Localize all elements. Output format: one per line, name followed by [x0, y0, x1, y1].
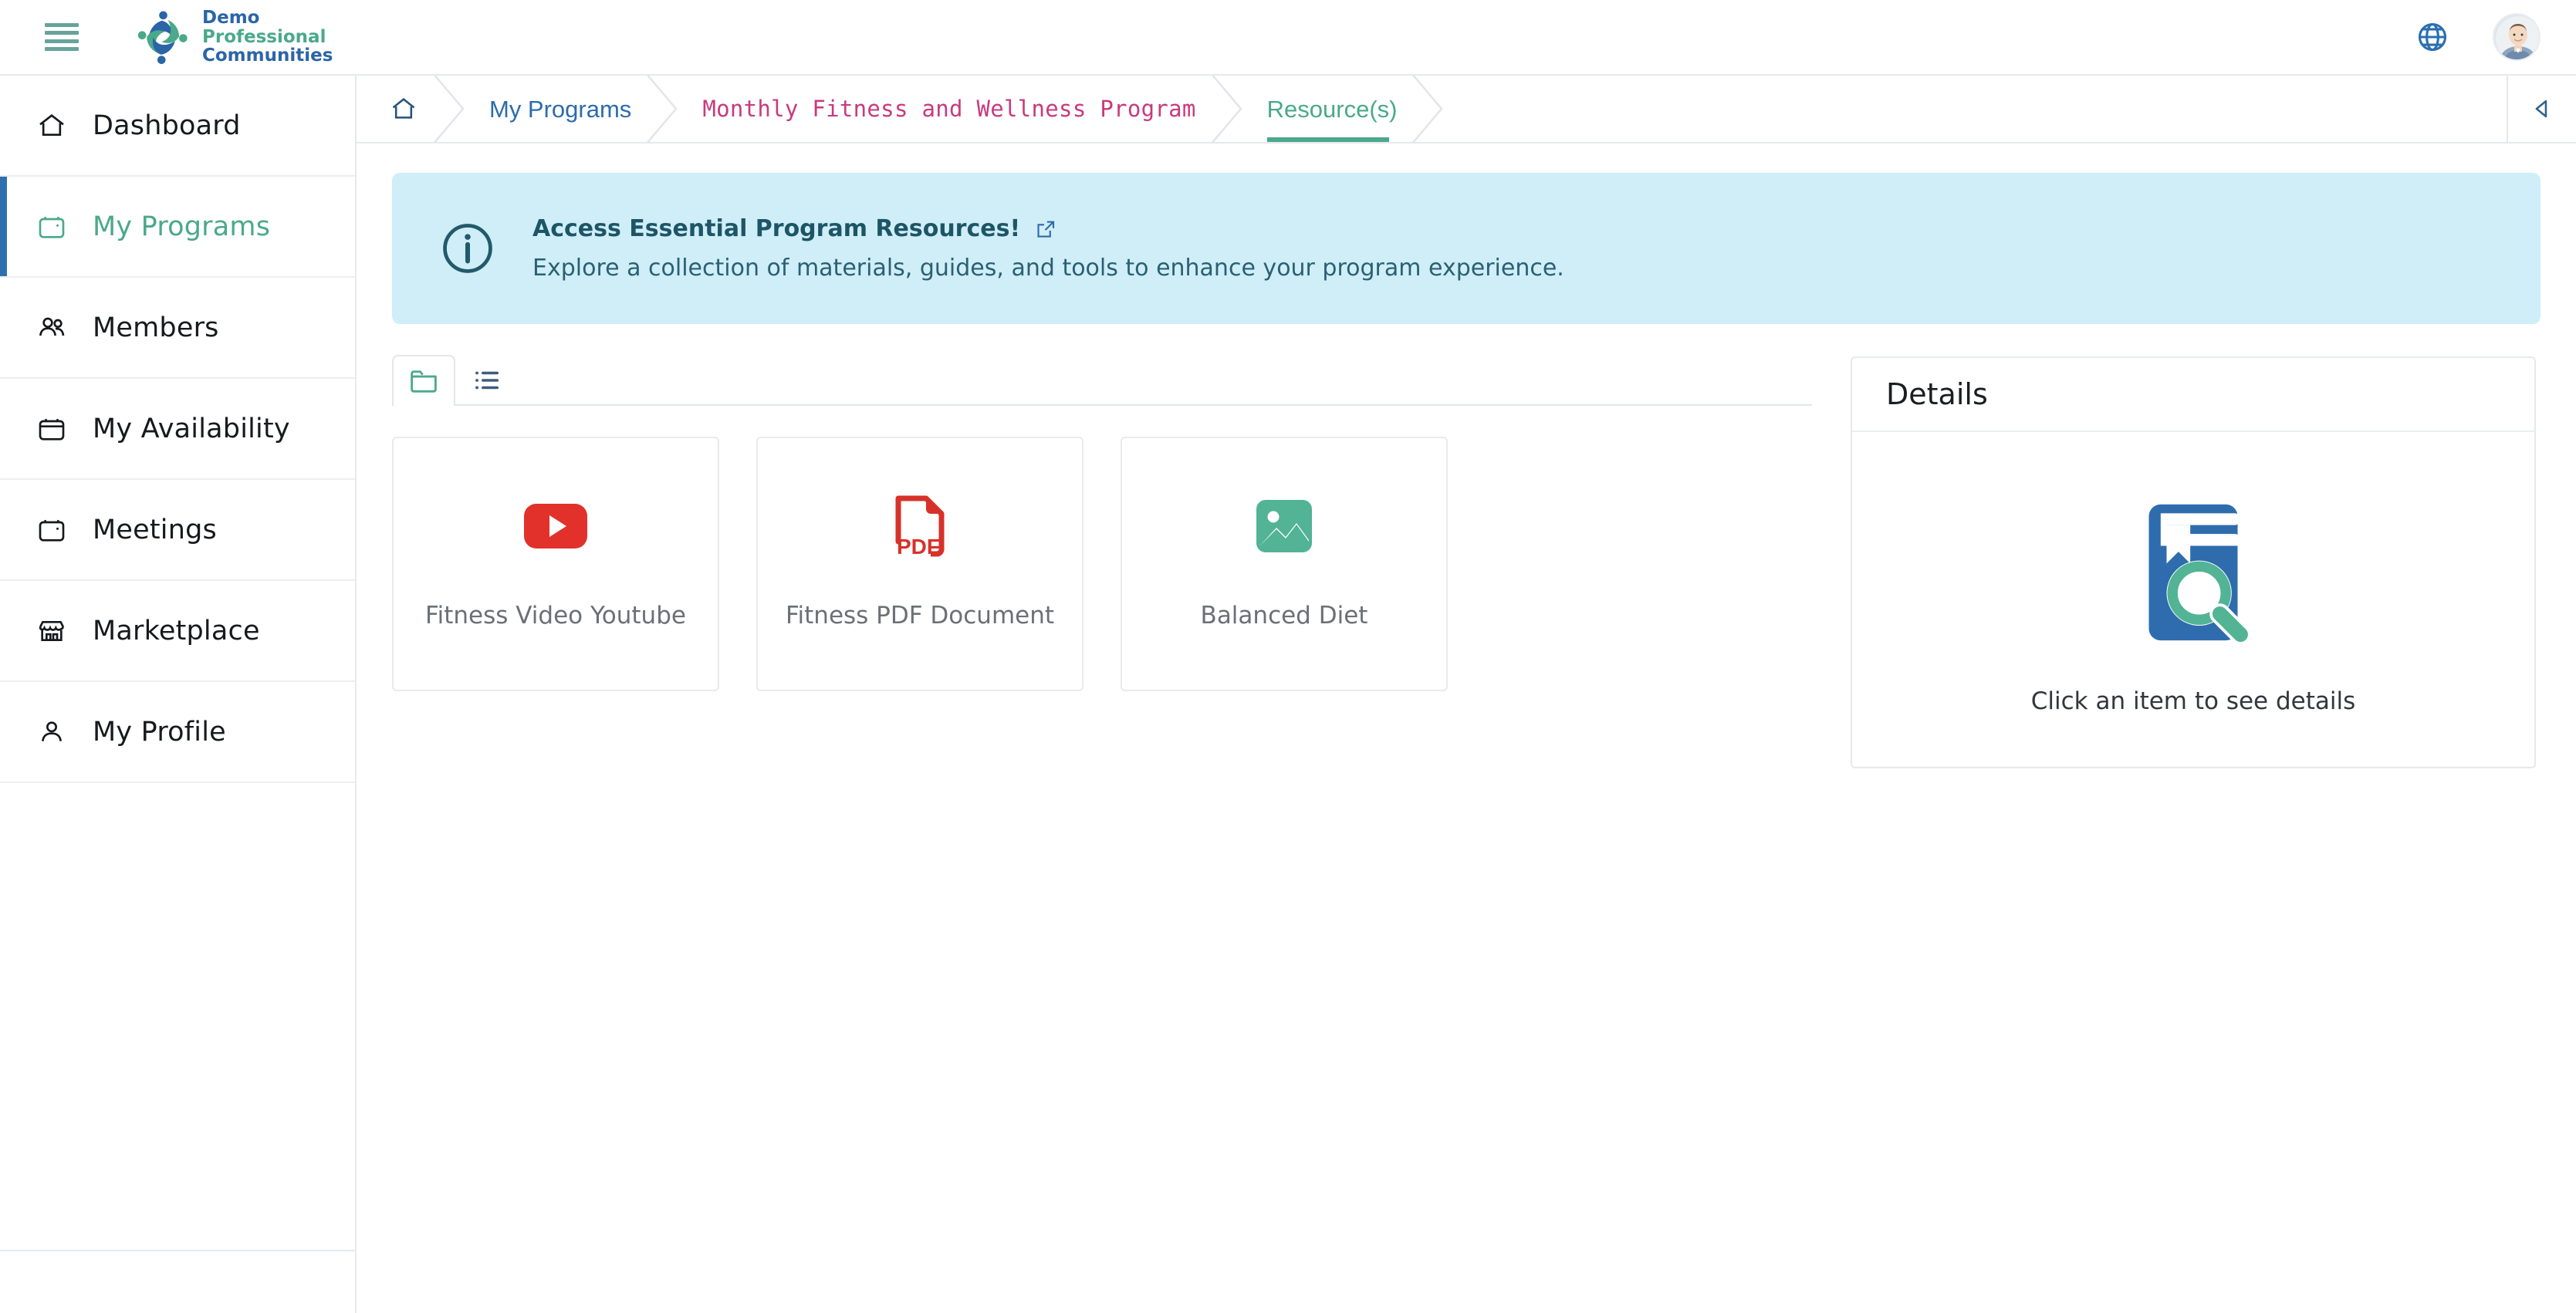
- details-panel: Details Click an item to see details: [1851, 356, 2536, 768]
- brand-line-1: Demo: [202, 7, 260, 28]
- brand-line-2: Professional: [202, 26, 326, 47]
- sidebar-item-meetings[interactable]: Meetings: [0, 480, 355, 581]
- svg-text:PDF: PDF: [897, 535, 940, 559]
- sidebar-item-my-programs[interactable]: My Programs: [0, 177, 355, 278]
- sidebar-item-dashboard[interactable]: Dashboard: [0, 76, 355, 177]
- users-icon: [34, 310, 69, 346]
- sidebar-divider: [0, 1250, 355, 1251]
- sidebar-nav: Dashboard My Programs Members My Availab…: [0, 74, 357, 1313]
- info-banner-subtitle: Explore a collection of materials, guide…: [532, 255, 1564, 282]
- resource-card[interactable]: PDF Fitness PDF Document: [756, 437, 1083, 691]
- globe-icon[interactable]: [2415, 20, 2449, 54]
- home-icon: [34, 108, 69, 143]
- avatar[interactable]: [2493, 13, 2541, 61]
- breadcrumb-collapse-button[interactable]: [2507, 76, 2576, 142]
- brand-line-3: Communities: [202, 46, 333, 66]
- hamburger-line: [45, 46, 79, 51]
- resource-card-label: Fitness Video Youtube: [425, 602, 686, 629]
- sidebar-item-label: Meetings: [93, 514, 217, 545]
- calendar-icon: [34, 209, 69, 245]
- breadcrumb-item-my-programs[interactable]: My Programs: [449, 76, 678, 142]
- breadcrumb-item-program[interactable]: Monthly Fitness and Wellness Program: [662, 76, 1242, 142]
- external-link-icon[interactable]: [1034, 218, 1057, 241]
- list-icon: [475, 371, 499, 390]
- image-icon: [1255, 492, 1313, 560]
- caret-left-icon: [2535, 100, 2547, 118]
- youtube-icon: [522, 492, 589, 560]
- book-search-icon: [2148, 504, 2254, 648]
- header-actions: [2415, 13, 2541, 61]
- pdf-icon: PDF: [892, 492, 948, 560]
- hamburger-line: [45, 23, 79, 27]
- hamburger-menu-icon[interactable]: [45, 23, 79, 51]
- breadcrumb-active-underline: [1266, 137, 1389, 142]
- hamburger-line: [45, 31, 79, 35]
- breadcrumb-label: My Programs: [489, 95, 632, 123]
- details-empty-text: Click an item to see details: [2030, 687, 2356, 715]
- calendar-icon: [34, 411, 69, 447]
- folder-icon: [411, 370, 437, 393]
- sidebar-item-label: Members: [93, 312, 219, 343]
- sidebar-item-label: Dashboard: [93, 110, 241, 141]
- details-empty-state: Click an item to see details: [1852, 432, 2534, 767]
- breadcrumb-label: Resource(s): [1266, 95, 1398, 123]
- info-circle-icon: [443, 224, 492, 273]
- resource-card-label: Fitness PDF Document: [785, 602, 1055, 629]
- info-banner: Access Essential Program Resources! Expl…: [392, 173, 2541, 324]
- breadcrumb-home[interactable]: [357, 76, 465, 142]
- resources-page: Access Essential Program Resources! Expl…: [357, 143, 2576, 768]
- sidebar-item-label: My Profile: [93, 716, 226, 748]
- person-icon: [34, 714, 69, 750]
- breadcrumb-item-resources[interactable]: Resource(s): [1227, 76, 1444, 142]
- breadcrumb-label: Monthly Fitness and Wellness Program: [702, 95, 1196, 122]
- resource-browser: Fitness Video Youtube PDF Fitness PDF Do…: [392, 355, 1812, 691]
- breadcrumb-separator: [1412, 76, 1444, 142]
- brand-text: Demo Professional Communities: [202, 8, 333, 66]
- sidebar-item-label: My Programs: [93, 211, 271, 242]
- avatar-image: [2496, 16, 2539, 59]
- resources-layout: Fitness Video Youtube PDF Fitness PDF Do…: [392, 355, 2541, 768]
- hamburger-line: [45, 39, 79, 43]
- tab-folder-view[interactable]: [392, 355, 455, 406]
- details-title: Details: [1886, 377, 1988, 411]
- storefront-icon: [34, 613, 69, 649]
- info-banner-title-row: Access Essential Program Resources!: [532, 215, 1564, 242]
- logo-mark-icon: [137, 11, 188, 64]
- view-mode-tabs: [392, 355, 1812, 406]
- sidebar-item-my-availability[interactable]: My Availability: [0, 379, 355, 480]
- sidebar-item-label: My Availability: [93, 413, 290, 444]
- sidebar-item-label: Marketplace: [93, 615, 260, 646]
- calendar-icon: [34, 512, 69, 548]
- details-header: Details: [1852, 358, 2534, 432]
- info-banner-title: Access Essential Program Resources!: [532, 215, 1021, 242]
- main-content: My Programs Monthly Fitness and Wellness…: [357, 74, 2576, 1313]
- breadcrumb: My Programs Monthly Fitness and Wellness…: [357, 76, 2576, 143]
- info-banner-text: Access Essential Program Resources! Expl…: [532, 215, 1564, 282]
- resource-card[interactable]: Balanced Diet: [1121, 437, 1448, 691]
- app-header: Demo Professional Communities: [0, 0, 2576, 74]
- sidebar-item-my-profile[interactable]: My Profile: [0, 682, 355, 783]
- resource-card[interactable]: Fitness Video Youtube: [392, 437, 719, 691]
- tab-list-view[interactable]: [455, 355, 519, 404]
- resource-card-grid: Fitness Video Youtube PDF Fitness PDF Do…: [392, 437, 1812, 691]
- resource-card-label: Balanced Diet: [1200, 602, 1368, 629]
- sidebar-item-marketplace[interactable]: Marketplace: [0, 581, 355, 682]
- brand-logo[interactable]: Demo Professional Communities: [133, 8, 333, 66]
- sidebar-item-members[interactable]: Members: [0, 278, 355, 379]
- home-icon: [392, 98, 415, 119]
